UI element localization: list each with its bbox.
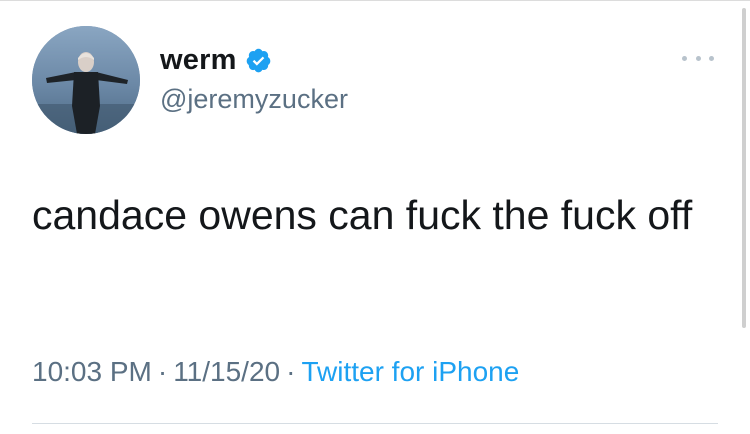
tweet-meta: 10:03 PM · 11/15/20 · Twitter for iPhone [32,356,519,388]
more-options-icon[interactable] [682,50,714,66]
more-dot [682,55,687,61]
tweet-date[interactable]: 11/15/20 [173,356,280,387]
bottom-divider [32,423,718,424]
tweet-source-link[interactable]: Twitter for iPhone [301,356,519,387]
tweet-card: werm @jeremyzucker candace owens can fuc… [0,0,750,434]
author-handle[interactable]: @jeremyzucker [160,84,348,115]
more-dot [709,55,714,61]
meta-separator: · [157,356,168,387]
avatar[interactable] [32,26,140,134]
author-name-row[interactable]: werm [160,40,272,80]
more-dot [695,55,701,61]
tweet-time[interactable]: 10:03 PM [32,356,152,387]
avatar-photo [32,26,140,134]
tweet-text: candace owens can fuck the fuck off [32,192,693,238]
verified-badge-icon [245,47,272,74]
display-name[interactable]: werm [160,44,237,77]
meta-separator: · [286,356,296,387]
